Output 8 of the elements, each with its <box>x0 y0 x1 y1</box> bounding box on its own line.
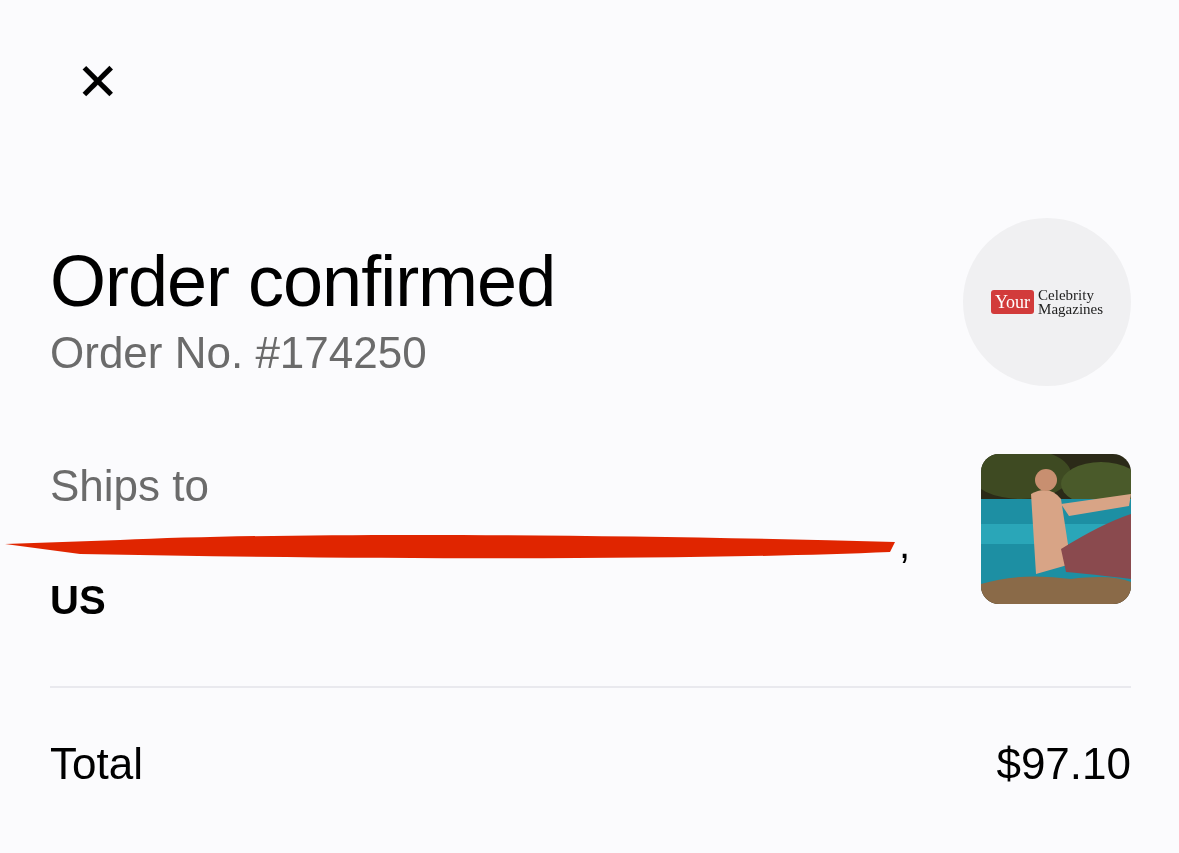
total-label: Total <box>50 738 143 790</box>
ships-to-label: Ships to <box>50 460 210 512</box>
order-number: Order No. #174250 <box>50 327 428 379</box>
address-text: , <box>898 521 910 568</box>
page-title: Order confirmed <box>50 241 556 321</box>
address-country: US <box>50 577 107 624</box>
close-button[interactable]: ✕ <box>68 52 128 112</box>
total-amount: $97.10 <box>996 738 1131 790</box>
